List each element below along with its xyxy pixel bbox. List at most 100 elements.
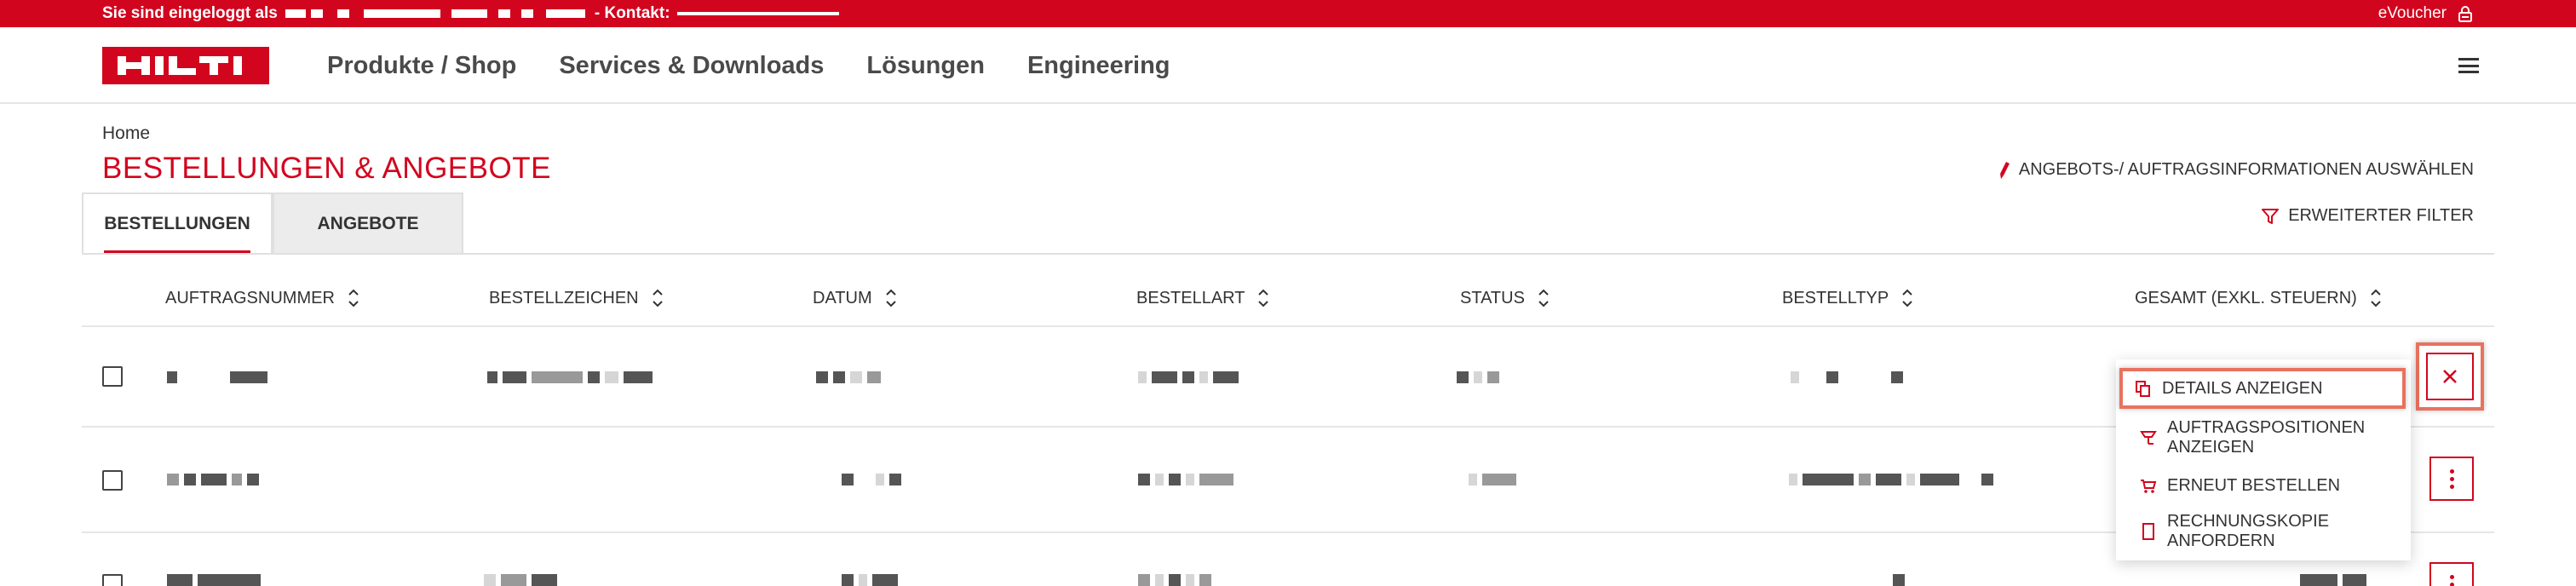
redacted-text [676, 12, 839, 15]
advanced-filter-label: ERWEITERTER FILTER [2288, 206, 2474, 225]
column-date[interactable]: DATUM [813, 269, 898, 327]
column-label: GESAMT (EXKL. STEUERN) [2135, 288, 2357, 307]
tabs-divider [82, 253, 2494, 255]
filter-icon [2262, 208, 2280, 224]
redacted-cell [1138, 474, 1233, 485]
login-info: Sie sind eingeloggt als - Kontakt: [102, 0, 842, 27]
column-total[interactable]: GESAMT (EXKL. STEUERN) [2135, 269, 2383, 327]
redacted-cell [167, 474, 259, 485]
pencil-icon [1999, 161, 2010, 179]
redacted-cell [842, 574, 898, 586]
redacted-cell [816, 371, 881, 383]
main-header: Produkte / Shop Services & Downloads Lös… [0, 27, 2576, 104]
column-label: STATUS [1460, 288, 1525, 307]
select-info-label: ANGEBOTS-/ AUFTRAGSINFORMATIONEN AUSWÄHL… [2018, 160, 2474, 179]
redacted-cell [1138, 371, 1239, 383]
tab-orders-label: BESTELLUNGEN [104, 214, 250, 233]
tab-quotes[interactable]: ANGEBOTE [273, 192, 463, 254]
menu-item-label: RECHNUNGSKOPIE ANFORDERN [2167, 512, 2330, 550]
document-icon [2142, 523, 2154, 540]
nav-engineering[interactable]: Engineering [1027, 52, 1170, 80]
sort-icon [1902, 289, 1912, 307]
contact-label: - Kontakt: [594, 4, 670, 22]
breadcrumb[interactable]: Home [102, 124, 150, 144]
row-checkbox[interactable] [102, 366, 123, 387]
table-header: AUFTRAGSNUMMER BESTELLZEICHEN DATUM BEST… [82, 269, 2494, 327]
menu-item-reorder[interactable]: ERNEUT BESTELLEN [2128, 467, 2399, 504]
column-label: BESTELLTYP [1782, 288, 1889, 307]
redacted-cell [1469, 474, 1516, 485]
menu-item-request-invoice-copy[interactable]: RECHNUNGSKOPIE ANFORDERN [2128, 508, 2399, 555]
tabs: BESTELLUNGEN ANGEBOTE [82, 192, 463, 254]
redacted-cell [1138, 574, 1211, 586]
column-order-kind[interactable]: BESTELLART [1136, 269, 1270, 327]
redacted-cell [167, 371, 267, 383]
nav-products-shop[interactable]: Produkte / Shop [327, 52, 516, 80]
redacted-text [520, 9, 533, 18]
evoucher-link[interactable]: eVoucher [2378, 0, 2474, 27]
column-order-number[interactable]: AUFTRAGSNUMMER [165, 269, 360, 327]
nav-solutions[interactable]: Lösungen [866, 52, 985, 80]
column-status[interactable]: STATUS [1460, 269, 1550, 327]
menu-item-label: ERNEUT BESTELLEN [2167, 475, 2341, 495]
menu-item-show-details[interactable]: DETAILS ANZEIGEN [2119, 368, 2406, 409]
redacted-text [336, 9, 349, 18]
lock-icon [2458, 6, 2472, 22]
sort-icon [2371, 289, 2381, 307]
row-actions-button[interactable] [2429, 562, 2474, 586]
menu-item-label: DETAILS ANZEIGEN [2162, 378, 2323, 398]
close-actions-button[interactable] [2426, 353, 2474, 400]
more-vertical-icon [2449, 574, 2454, 586]
main-navigation: Produkte / Shop Services & Downloads Lös… [327, 27, 1170, 104]
tab-quotes-label: ANGEBOTE [317, 214, 419, 233]
evoucher-label: eVoucher [2378, 4, 2447, 22]
cart-icon [2141, 480, 2157, 493]
redacted-cell [484, 574, 557, 586]
column-label: BESTELLZEICHEN [489, 288, 639, 307]
row-actions-button[interactable] [2429, 457, 2474, 501]
redacted-text [451, 9, 487, 18]
column-order-type[interactable]: BESTELLTYP [1782, 269, 1914, 327]
redacted-cell [167, 574, 261, 586]
redacted-text [285, 9, 306, 18]
redacted-text [497, 9, 510, 18]
column-reference[interactable]: BESTELLZEICHEN [489, 269, 664, 327]
sort-icon [348, 289, 359, 307]
row-checkbox[interactable] [102, 574, 123, 586]
more-vertical-icon [2449, 468, 2454, 489]
login-prefix: Sie sind eingeloggt als [102, 4, 278, 22]
sort-icon [1538, 289, 1549, 307]
menu-item-show-positions[interactable]: AUFTRAGSPOSITIONEN ANZEIGEN [2128, 414, 2399, 462]
redacted-cell [1791, 371, 1903, 383]
menu-item-label: AUFTRAGSPOSITIONEN ANZEIGEN [2167, 418, 2366, 457]
redacted-cell [2300, 574, 2366, 586]
sort-icon [652, 289, 663, 307]
close-actions-highlight [2416, 342, 2484, 411]
list-icon [2140, 431, 2157, 445]
sort-icon [885, 289, 896, 307]
nav-services-downloads[interactable]: Services & Downloads [559, 52, 824, 80]
tab-orders[interactable]: BESTELLUNGEN [82, 192, 273, 254]
sort-icon [1258, 289, 1269, 307]
top-info-bar: Sie sind eingeloggt als - Kontakt: eVouc… [0, 0, 2576, 27]
page-title: BESTELLUNGEN & ANGEBOTE [102, 152, 551, 185]
column-label: AUFTRAGSNUMMER [165, 288, 335, 307]
redacted-text [310, 9, 323, 18]
advanced-filter-link[interactable]: ERWEITERTER FILTER [2261, 206, 2474, 226]
column-label: DATUM [813, 288, 872, 307]
row-actions-menu: DETAILS ANZEIGEN AUFTRAGSPOSITIONEN ANZEI… [2116, 359, 2411, 560]
redacted-text [545, 9, 585, 18]
hamburger-menu-icon[interactable] [2455, 53, 2482, 78]
hilti-logo[interactable] [102, 47, 269, 84]
hilti-logo-icon [118, 56, 242, 75]
redacted-cell [1893, 574, 1905, 586]
column-label: BESTELLART [1136, 288, 1245, 307]
redacted-text [363, 9, 440, 18]
copy-icon [2136, 381, 2150, 397]
redacted-cell [842, 474, 901, 485]
redacted-cell [1457, 371, 1499, 383]
select-info-link[interactable]: ANGEBOTS-/ AUFTRAGSINFORMATIONEN AUSWÄHL… [1998, 160, 2474, 180]
redacted-cell [487, 371, 653, 383]
row-checkbox[interactable] [102, 470, 123, 491]
close-icon [2443, 370, 2457, 383]
